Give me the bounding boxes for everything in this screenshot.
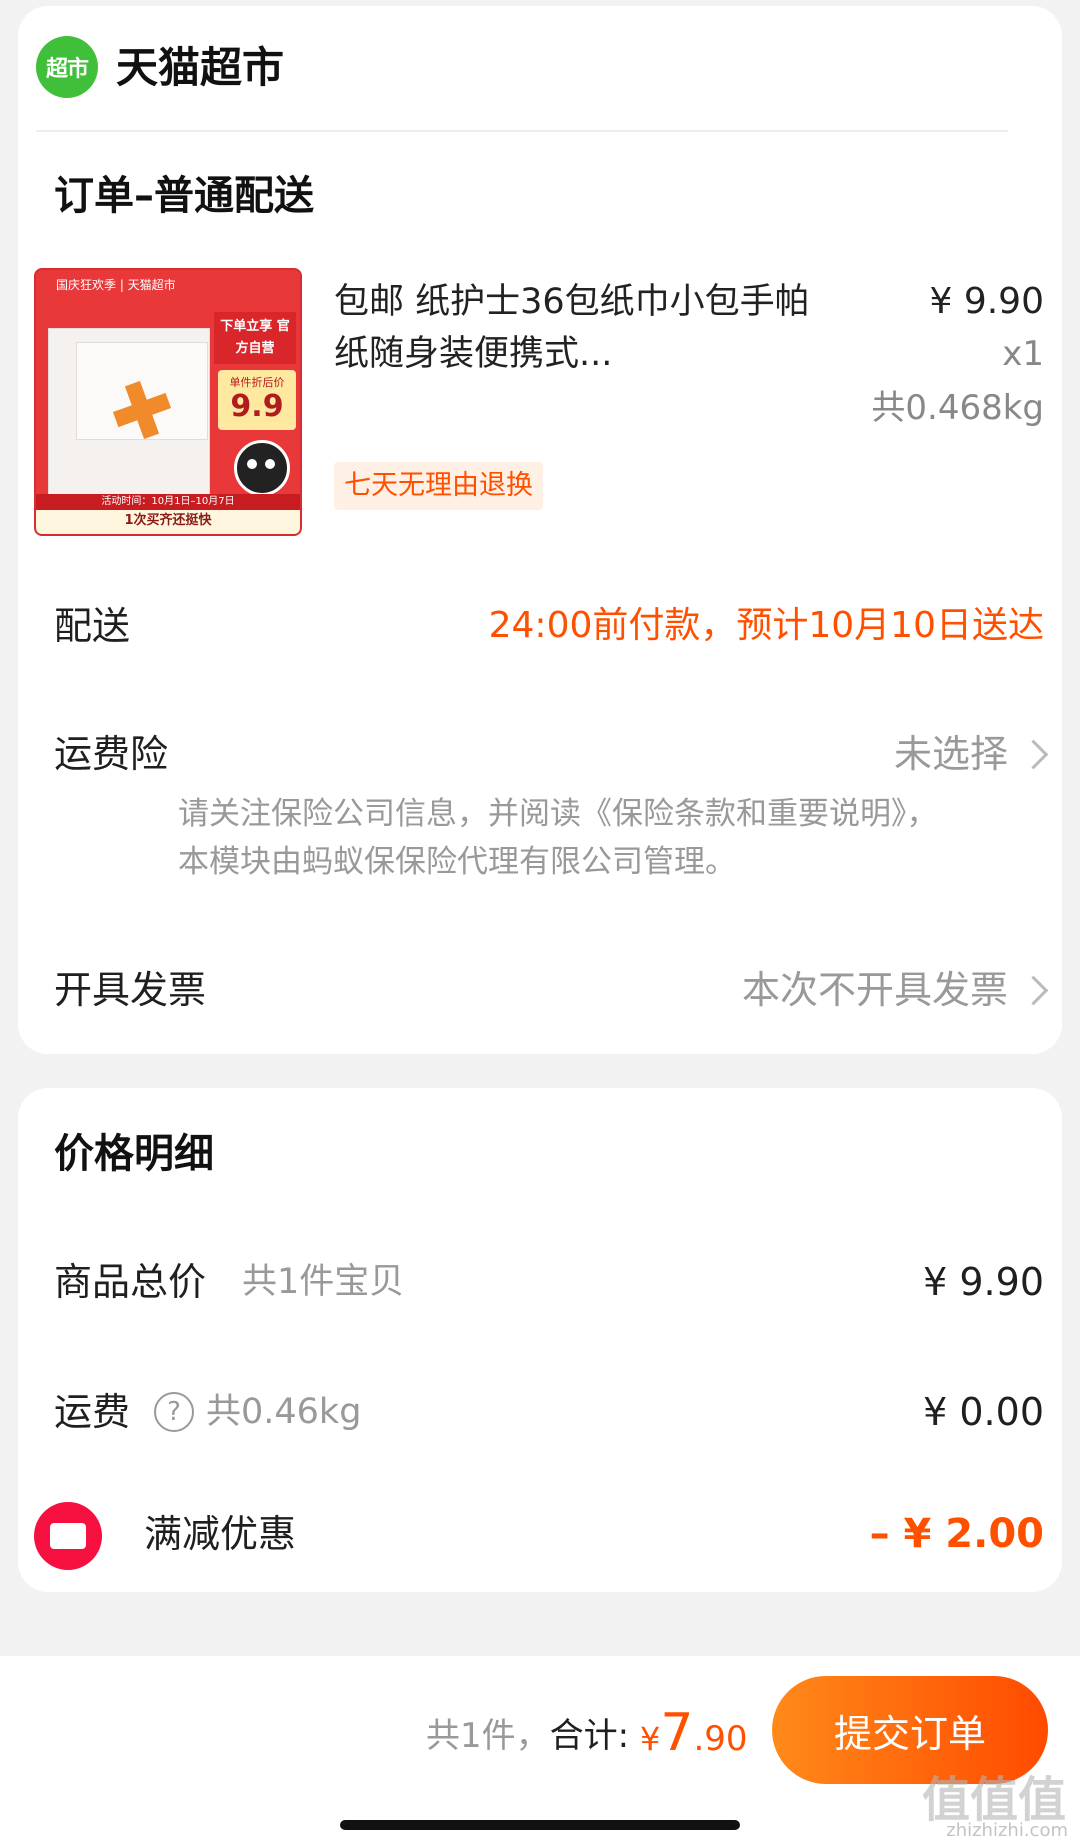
product-title[interactable]: 包邮 纸护士36包纸巾小包手帕纸随身装便携式...: [334, 276, 814, 380]
watermark-url: zhizhizhi.com: [946, 1820, 1068, 1841]
total-label: 共1件，合计:: [426, 1708, 629, 1764]
store-name[interactable]: 天猫超市: [116, 38, 284, 98]
total-integer: 7: [660, 1703, 694, 1763]
promo-date: 活动时间：10月1日–10月7日: [36, 494, 300, 510]
promo-slogan: 1次买齐还挺快: [124, 513, 212, 528]
divider: [36, 130, 1008, 132]
product-weight: 共0.468kg: [871, 388, 1044, 428]
shipping-amount: ¥ 0.00: [923, 1390, 1044, 1434]
insurance-label: 运费险: [54, 732, 169, 776]
return-policy-badge: 七天无理由退换: [334, 462, 543, 510]
insurance-note[interactable]: 请关注保险公司信息，并阅读《保险条款和重要说明》，本模块由蚂蚁保保险代理有限公司…: [178, 790, 958, 886]
order-section-title: 订单–普通配送: [54, 173, 314, 219]
product-image-price: 单件折后价 9.9: [218, 370, 296, 430]
product-price: ¥ 9.90: [929, 281, 1044, 322]
item-count: 共1件，: [426, 1716, 550, 1756]
goods-total-amount: ¥ 9.90: [923, 1260, 1044, 1304]
delivery-value: 24:00前付款，预计10月10日送达: [488, 605, 1044, 646]
shipping-weight: 共0.46kg: [206, 1392, 362, 1432]
product-image-top-text: 国庆狂欢季 | 天猫超市: [56, 278, 176, 292]
price-value: 9.9: [230, 389, 284, 424]
discount-label: 满减优惠: [144, 1512, 297, 1556]
product-quantity: x1: [1002, 334, 1044, 374]
invoice-label: 开具发票: [54, 968, 207, 1012]
store-logo: 超市: [36, 36, 98, 98]
product-image-tag: 下单立享 官方自营: [214, 312, 296, 364]
delivery-label: 配送: [54, 604, 131, 648]
shipping-label: 运费: [54, 1390, 131, 1434]
price-detail-title: 价格明细: [54, 1131, 214, 1177]
total-amount: ¥7.90: [640, 1698, 748, 1780]
home-indicator[interactable]: [340, 1820, 740, 1830]
product-image[interactable]: 国庆狂欢季 | 天猫超市 下单立享 官方自营 单件折后价 9.9 活动时间：10…: [34, 268, 302, 536]
price-caption: 单件折后价: [229, 376, 285, 389]
total-decimal: .90: [693, 1719, 748, 1759]
total-caption: 合计:: [549, 1716, 630, 1756]
help-icon[interactable]: ?: [154, 1392, 194, 1432]
insurance-value[interactable]: 未选择: [894, 726, 1008, 782]
discount-amount: – ¥ 2.00: [869, 1511, 1044, 1557]
currency-symbol: ¥: [640, 1720, 661, 1758]
tmall-cat-icon: [234, 440, 290, 496]
goods-total-label: 商品总价: [54, 1260, 207, 1304]
invoice-value[interactable]: 本次不开具发票: [742, 962, 1008, 1018]
product-image-bottom: 活动时间：10月1日–10月7日 1次买齐还挺快: [36, 494, 300, 534]
goods-count: 共1件宝贝: [242, 1262, 405, 1302]
discount-ticket-icon: [34, 1502, 102, 1570]
